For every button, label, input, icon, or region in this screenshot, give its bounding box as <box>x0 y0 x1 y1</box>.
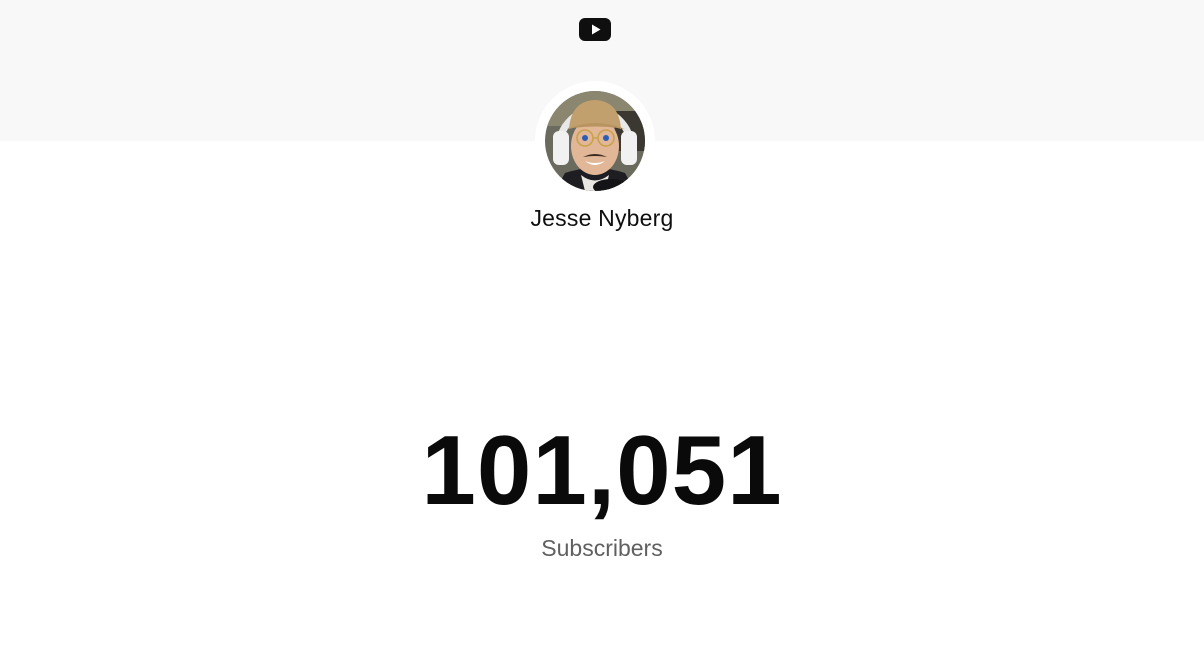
channel-avatar-photo-icon <box>545 91 645 191</box>
subscriber-label: Subscribers <box>541 535 663 561</box>
avatar[interactable] <box>545 91 645 191</box>
avatar-frame <box>535 81 655 201</box>
subscriber-count-page: Jesse Nyberg 101,051 Subscribers <box>0 0 1204 669</box>
youtube-logo-icon[interactable] <box>579 18 611 41</box>
channel-name[interactable]: Jesse Nyberg <box>0 205 1204 232</box>
subscriber-count: 101,051 <box>421 415 783 525</box>
